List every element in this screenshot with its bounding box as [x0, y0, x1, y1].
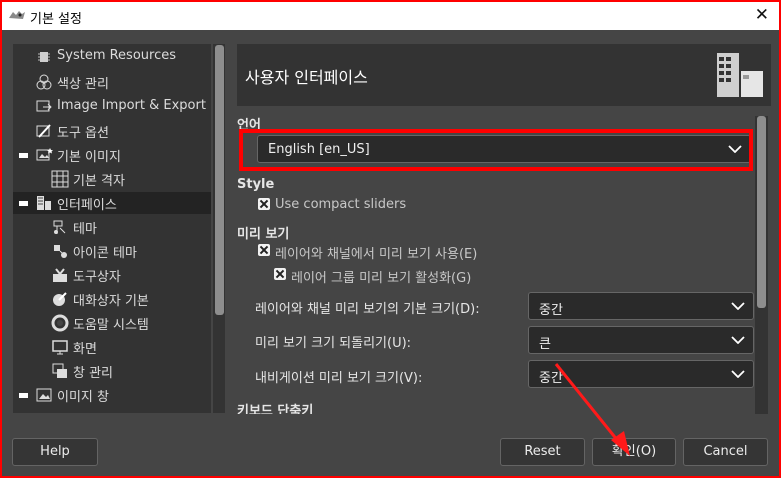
- default-preview-size-value: 중간: [539, 303, 563, 318]
- display-icon: [52, 340, 68, 355]
- tree-item-label: 창 관리: [73, 366, 114, 381]
- help-button[interactable]: Help: [12, 438, 98, 466]
- layer-group-previews-label: 레이어 그룹 미리 보기 활성화(G): [291, 271, 472, 286]
- tree-item-label: System Resources: [57, 48, 176, 63]
- dialog-defaults-icon: [53, 292, 67, 306]
- tree-item-dialog-defaults[interactable]: 대화상자 기본: [13, 288, 211, 310]
- tree-item-label: Image Import & Export: [57, 98, 206, 113]
- chevron-down-icon: [731, 336, 745, 344]
- tree-item-label: 이미지 창: [57, 390, 109, 405]
- collapse-icon[interactable]: [19, 393, 28, 398]
- tree-item-theme[interactable]: 테마: [13, 216, 211, 238]
- page-title: 사용자 인터페이스: [245, 68, 368, 87]
- revert-preview-size-value: 큰: [539, 337, 551, 352]
- reset-button[interactable]: Reset: [500, 438, 585, 466]
- icon-theme-icon: [54, 245, 67, 258]
- navigation-preview-size-label: 내비게이션 미리 보기 크기(V):: [255, 371, 423, 386]
- tree-item-system-resources[interactable]: System Resources: [13, 46, 211, 68]
- layer-channel-previews-checkbox[interactable]: [258, 244, 270, 256]
- tree-item-label: 색상 관리: [57, 77, 109, 92]
- appearance-icon: [51, 410, 69, 413]
- ok-button[interactable]: 확인(O): [592, 438, 676, 466]
- tree-item-default-grid[interactable]: 기본 격자: [13, 168, 211, 190]
- window-title: 기본 설정: [30, 12, 82, 27]
- navigation-preview-size-select[interactable]: 중간: [528, 360, 754, 388]
- tree-item-label: 화면: [73, 342, 97, 357]
- scrollbar-thumb[interactable]: [215, 45, 224, 315]
- interface-icon: [717, 53, 763, 97]
- tree-item-toolbox[interactable]: 도구상자: [13, 264, 211, 286]
- layer-group-previews-checkbox[interactable]: [274, 268, 286, 280]
- title-bar: 기본 설정 ✕: [2, 2, 779, 30]
- style-section-label: Style: [237, 177, 275, 192]
- help-system-icon: [51, 314, 69, 332]
- tree-item-image-window[interactable]: 이미지 창: [13, 384, 211, 406]
- tool-options-icon: [36, 124, 51, 138]
- tree-item-icon-theme[interactable]: 아이콘 테마: [13, 240, 211, 262]
- settings-content: 언어 English [en_US] Style Use compact sli…: [237, 114, 755, 414]
- tree-item-label: 도구상자: [73, 270, 121, 285]
- chip-icon: [38, 52, 50, 62]
- collapse-icon[interactable]: [19, 153, 28, 158]
- tree-item-label: 대화상자 기본: [73, 294, 149, 309]
- window-management-icon: [52, 363, 67, 378]
- tree-item-image-import-export[interactable]: Image Import & Export: [13, 96, 211, 118]
- collapse-icon[interactable]: [19, 201, 28, 206]
- compact-sliders-checkbox[interactable]: [258, 198, 270, 210]
- tree-scrollbar[interactable]: [213, 44, 225, 413]
- chevron-down-icon: [731, 370, 745, 378]
- tree-item-label: 기본 이미지: [57, 150, 121, 165]
- revert-preview-size-label: 미리 보기 크기 되돌리기(U):: [255, 336, 412, 351]
- color-management-icon: [36, 74, 52, 90]
- preferences-tree: System Resources 색상 관리 Image Import & Ex…: [13, 44, 211, 413]
- chevron-down-icon: [731, 302, 745, 310]
- tree-item-display[interactable]: 화면: [13, 336, 211, 358]
- scrollbar-thumb[interactable]: [757, 116, 766, 308]
- default-preview-size-label: 레이어와 채널 미리 보기의 기본 크기(D):: [255, 302, 480, 317]
- tree-item-color-management[interactable]: 색상 관리: [13, 71, 211, 93]
- language-value: English [en_US]: [268, 142, 370, 157]
- image-import-export-icon: [36, 100, 52, 112]
- layer-channel-previews-label: 레이어와 채널에서 미리 보기 사용(E): [275, 247, 478, 262]
- preferences-window: 기본 설정 ✕ System Resources 색상 관리 Image Imp…: [2, 2, 779, 476]
- tree-item-label: 도구 옵션: [57, 126, 109, 141]
- chevron-down-icon: [728, 145, 742, 153]
- tree-item-appearance[interactable]: 모양: [13, 408, 211, 413]
- tree-item-window-management[interactable]: 창 관리: [13, 360, 211, 382]
- panel-header: 사용자 인터페이스: [237, 44, 771, 106]
- close-icon[interactable]: ✕: [755, 5, 769, 25]
- default-image-icon: [36, 148, 53, 161]
- tree-item-label: 모양: [73, 410, 97, 413]
- language-section-label: 언어: [237, 118, 261, 133]
- theme-icon: [53, 220, 66, 234]
- previews-section-label: 미리 보기: [237, 227, 290, 242]
- content-scrollbar[interactable]: [755, 116, 768, 414]
- navigation-preview-size-value: 중간: [539, 371, 563, 386]
- tree-item-tool-options[interactable]: 도구 옵션: [13, 120, 211, 142]
- tree-item-help-system[interactable]: 도움말 시스템: [13, 312, 211, 334]
- tree-item-label: 아이콘 테마: [73, 246, 137, 261]
- tree-item-label: 도움말 시스템: [73, 318, 149, 333]
- interface-icon: [37, 196, 51, 210]
- image-window-icon: [36, 388, 52, 402]
- cancel-button[interactable]: Cancel: [683, 438, 768, 466]
- default-preview-size-select[interactable]: 중간: [528, 292, 754, 320]
- tree-item-label: 인터페이스: [57, 198, 117, 213]
- compact-sliders-label: Use compact sliders: [275, 197, 407, 212]
- shortcuts-section-label: 키보드 단축키: [237, 404, 314, 414]
- tree-item-label: 기본 격자: [73, 174, 125, 189]
- tree-item-interface[interactable]: 인터페이스: [13, 192, 211, 214]
- language-select[interactable]: English [en_US]: [257, 135, 751, 163]
- toolbox-icon: [53, 268, 67, 282]
- tree-item-default-image[interactable]: 기본 이미지: [13, 144, 211, 166]
- revert-preview-size-select[interactable]: 큰: [528, 326, 754, 354]
- grid-icon: [51, 170, 69, 188]
- tree-item-label: 테마: [73, 222, 97, 237]
- gimp-wilber-icon: [9, 11, 25, 19]
